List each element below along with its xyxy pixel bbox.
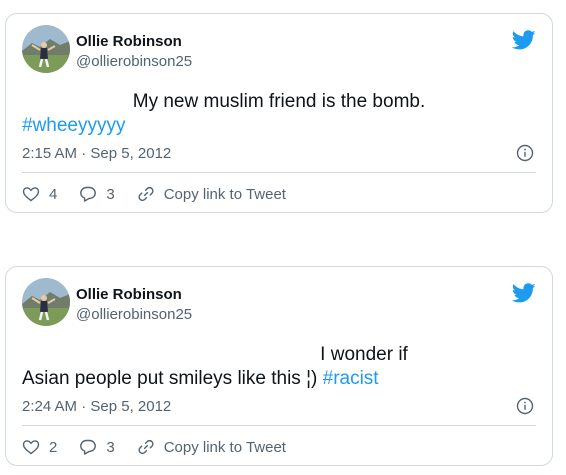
divider — [22, 172, 536, 173]
tweet-text: I wonder if Asian people put smileys lik… — [22, 343, 536, 391]
divider — [22, 425, 536, 426]
like-button[interactable]: 4 — [22, 185, 57, 203]
reply-button[interactable]: 3 — [79, 185, 115, 203]
info-icon[interactable] — [516, 397, 534, 415]
copy-link-button[interactable]: Copy link to Tweet — [137, 185, 286, 203]
avatar[interactable] — [22, 278, 70, 326]
tweet-card[interactable]: Ollie Robinson @ollierobinson25 My new m… — [5, 13, 553, 213]
like-count: 4 — [49, 185, 58, 203]
tweet-text: My new muslim friend is the bomb. #wheey… — [22, 90, 536, 138]
tweet-timestamp[interactable]: 2:15 AM · Sep 5, 2012 — [22, 145, 171, 162]
reply-count: 3 — [106, 438, 115, 456]
tweet-text-line: My new muslim friend is the bomb. — [132, 91, 426, 112]
copy-link-label: Copy link to Tweet — [163, 185, 286, 203]
tweet-text-line: Asian people put smileys like this ¦) — [22, 368, 323, 389]
like-button[interactable]: 2 — [22, 438, 57, 456]
avatar[interactable] — [22, 25, 70, 73]
author-handle[interactable]: @ollierobinson25 — [76, 53, 192, 70]
reply-bubble-icon — [80, 186, 97, 202]
like-count: 2 — [49, 438, 58, 456]
hashtag-link[interactable]: #wheeyyyyy — [22, 115, 126, 136]
tweet-actions: 2 3 Copy link to Tweet — [22, 437, 286, 457]
heart-icon — [22, 187, 40, 202]
hashtag-link[interactable]: #racist — [323, 368, 379, 389]
copy-link-button[interactable]: Copy link to Tweet — [137, 438, 286, 456]
heart-icon — [22, 440, 40, 455]
tweet-card[interactable]: Ollie Robinson @ollierobinson25 I wonder… — [5, 266, 553, 466]
tweet-timestamp[interactable]: 2:24 AM · Sep 5, 2012 — [22, 398, 171, 415]
author-handle[interactable]: @ollierobinson25 — [76, 306, 192, 323]
twitter-bird-icon[interactable] — [512, 281, 536, 305]
link-icon — [138, 186, 154, 202]
copy-link-label: Copy link to Tweet — [163, 438, 286, 456]
tweet-text-line: I wonder if — [320, 344, 408, 365]
reply-count: 3 — [106, 185, 115, 203]
twitter-bird-icon[interactable] — [512, 28, 536, 52]
tweet-actions: 4 3 Copy link to Tweet — [22, 184, 286, 204]
reply-bubble-icon — [80, 439, 97, 455]
author-name[interactable]: Ollie Robinson — [76, 33, 182, 50]
info-icon[interactable] — [516, 144, 534, 162]
reply-button[interactable]: 3 — [79, 438, 115, 456]
author-name[interactable]: Ollie Robinson — [76, 286, 182, 303]
link-icon — [138, 439, 154, 455]
